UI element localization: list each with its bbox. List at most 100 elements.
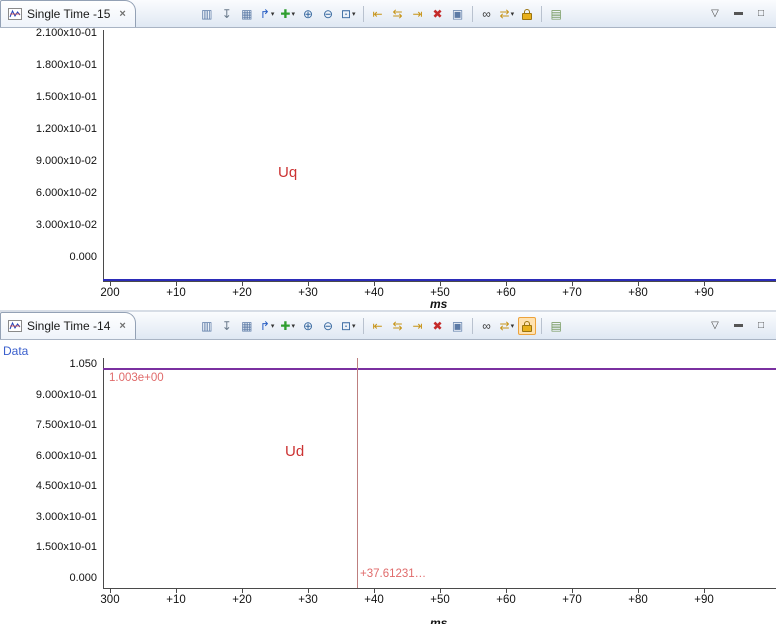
marker-sync-icon[interactable]: ⇆ <box>389 317 407 335</box>
x-tick-label: +20 <box>232 287 252 299</box>
maximize-icon[interactable]: □ <box>754 319 768 333</box>
tab-single-time-14[interactable]: Single Time -14 × <box>0 312 136 339</box>
minimize-icon[interactable] <box>731 319 745 333</box>
pin-view-icon[interactable]: ↧ <box>218 317 236 335</box>
y-axis <box>103 30 104 281</box>
x-tick-label: +60 <box>496 287 516 299</box>
x-tick-label: 300 <box>100 594 120 606</box>
fit-waveform-icon[interactable]: ▥ <box>198 317 216 335</box>
x-tick-label: +30 <box>298 594 318 606</box>
marker-next-icon[interactable]: ⇥ <box>409 317 427 335</box>
marker-prev-icon[interactable]: ⇤ <box>369 317 387 335</box>
x-tick-label: 200 <box>100 287 120 299</box>
cursor-track-icon[interactable]: ↱ ▾ <box>258 317 277 335</box>
uq-trace-line <box>103 279 776 281</box>
y-tick-label: 4.500x10-01 <box>35 480 97 493</box>
maximize-icon[interactable]: □ <box>754 7 768 21</box>
zoom-selection-icon[interactable]: ⊡ ▾ <box>339 317 358 335</box>
dropdown-arrow-icon[interactable]: ▾ <box>352 10 356 18</box>
dropdown-arrow-icon[interactable]: ▾ <box>291 10 295 18</box>
x-tick-label: +10 <box>166 287 186 299</box>
snap-grid-icon-glyph: ▦ <box>241 318 253 333</box>
delete-markers-icon[interactable]: ✖ <box>429 5 447 23</box>
view-menu-icon[interactable]: ▽ <box>708 319 722 333</box>
x-tick-label: +40 <box>364 594 384 606</box>
x-tick-mark <box>307 589 309 593</box>
cursor-track-icon[interactable]: ↱ ▾ <box>258 5 277 23</box>
lock-icon[interactable] <box>518 316 537 335</box>
minimize-icon[interactable] <box>731 7 745 21</box>
marker-next-icon[interactable]: ⇥ <box>409 5 427 23</box>
add-signal-icon[interactable]: ✚ ▾ <box>278 5 297 23</box>
marker-prev-icon[interactable]: ⇤ <box>369 5 387 23</box>
x-tick-label: +80 <box>628 594 648 606</box>
search-icon-glyph: ∞ <box>482 6 491 21</box>
pin-view-icon[interactable]: ↧ <box>218 5 236 23</box>
zoom-out-icon[interactable]: ⊖ <box>319 5 337 23</box>
dropdown-arrow-icon[interactable]: ▾ <box>271 10 275 18</box>
legend-icon[interactable]: ▤ <box>547 5 565 23</box>
delete-markers-icon[interactable]: ✖ <box>429 317 447 335</box>
search-icon[interactable]: ∞ <box>478 5 496 23</box>
marker-sync-icon[interactable]: ⇆ <box>389 5 407 23</box>
zoom-out-icon-glyph: ⊖ <box>322 318 333 333</box>
x-tick-mark <box>373 282 375 286</box>
fit-waveform-icon-glyph: ▥ <box>201 6 213 21</box>
close-icon[interactable]: × <box>119 320 125 332</box>
x-tick-mark <box>175 282 177 286</box>
zoom-in-icon[interactable]: ⊕ <box>299 317 317 335</box>
waveform-icon <box>8 8 22 20</box>
x-tick-mark <box>109 589 111 593</box>
snap-grid-icon[interactable]: ▦ <box>238 5 256 23</box>
y-tick-label: 1.800x10-01 <box>35 59 97 71</box>
dropdown-arrow-icon[interactable]: ▾ <box>511 10 515 18</box>
zoom-out-icon[interactable]: ⊖ <box>319 317 337 335</box>
dropdown-arrow-icon[interactable]: ▾ <box>291 322 295 330</box>
zoom-selection-icon-glyph: ⊡ <box>340 6 352 21</box>
compare-traces-icon[interactable]: ⇄ ▾ <box>498 317 517 335</box>
compare-traces-icon[interactable]: ⇄ ▾ <box>498 5 517 23</box>
dropdown-arrow-icon[interactable]: ▾ <box>271 322 275 330</box>
cursor-line[interactable] <box>357 358 358 588</box>
trace-value-annotation: 1.003e+00 <box>109 372 164 384</box>
view-menu-icon[interactable]: ▽ <box>708 7 722 21</box>
search-icon[interactable]: ∞ <box>478 317 496 335</box>
marker-next-icon-glyph: ⇥ <box>412 6 423 21</box>
cursor-track-icon-glyph: ↱ <box>259 6 270 21</box>
snap-grid-icon[interactable]: ▦ <box>238 317 256 335</box>
x-tick-mark <box>109 282 111 286</box>
zoom-in-icon[interactable]: ⊕ <box>299 5 317 23</box>
tabbar: Single Time -14 × ▥ ↧ ▦ ↱ ▾ ✚ ▾ ⊕ ⊖ ⊡ ▾ ⇤ ⇆ ⇥ ✖ ▣ ∞ ⇄ ▾ ▤ ▽… <box>0 312 776 340</box>
y-tick-label: 9.000x10-01 <box>35 388 97 401</box>
y-tick-label: 1.050 <box>69 358 97 370</box>
x-tick-label: +70 <box>562 594 582 606</box>
lock-glyph <box>522 8 533 20</box>
close-icon[interactable]: × <box>119 8 125 20</box>
y-axis <box>103 358 104 588</box>
x-tick-mark <box>439 589 441 593</box>
legend-label[interactable]: Data <box>3 344 28 358</box>
dropdown-arrow-icon[interactable]: ▾ <box>511 322 515 330</box>
window-controls: ▽ □ <box>708 7 776 21</box>
zoom-selection-icon[interactable]: ⊡ ▾ <box>339 5 358 23</box>
marker-prev-icon-glyph: ⇤ <box>372 318 383 333</box>
zoom-out-icon-glyph: ⊖ <box>322 6 333 21</box>
snap-grid-icon-glyph: ▦ <box>241 6 253 21</box>
export-chart-icon[interactable]: ▣ <box>449 317 467 335</box>
lock-icon[interactable] <box>518 5 536 23</box>
y-tick-label: 9.000x10-02 <box>35 155 97 167</box>
tab-single-time-15[interactable]: Single Time -15 × <box>0 0 136 27</box>
add-signal-icon[interactable]: ✚ ▾ <box>278 317 297 335</box>
x-tick-mark <box>439 282 441 286</box>
minimize-bar <box>733 12 743 15</box>
x-axis-unit: ms <box>430 616 448 624</box>
legend-icon[interactable]: ▤ <box>547 317 565 335</box>
tab-title: Single Time -14 <box>27 319 111 333</box>
x-axis-unit: ms <box>430 297 448 310</box>
view-panel-single-time-14: Single Time -14 × ▥ ↧ ▦ ↱ ▾ ✚ ▾ ⊕ ⊖ ⊡ ▾ ⇤ ⇆ ⇥ ✖ ▣ ∞ ⇄ ▾ ▤ ▽… <box>0 312 776 624</box>
fit-waveform-icon[interactable]: ▥ <box>198 5 216 23</box>
dropdown-arrow-icon[interactable]: ▾ <box>352 322 356 330</box>
export-chart-icon[interactable]: ▣ <box>449 5 467 23</box>
legend-icon-glyph: ▤ <box>550 6 562 21</box>
minimize-bar <box>733 324 743 327</box>
